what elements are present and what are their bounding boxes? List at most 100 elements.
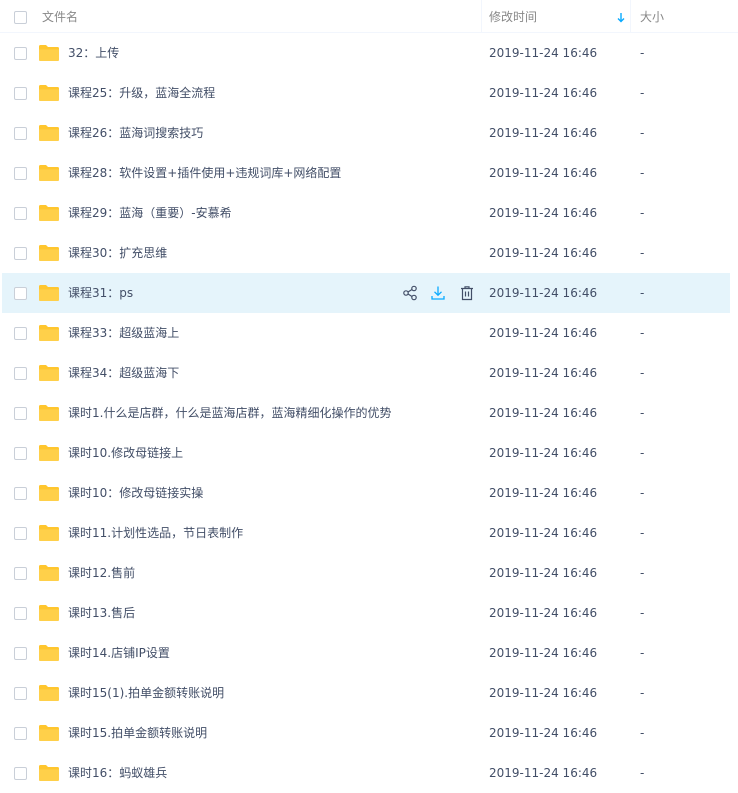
file-size: - bbox=[640, 526, 645, 540]
folder-icon bbox=[39, 765, 59, 781]
file-size: - bbox=[640, 726, 645, 740]
table-row[interactable]: 课时15(1).拍单金额转账说明 2019-11-24 16:46 - bbox=[0, 673, 738, 713]
file-name[interactable]: 课时16：蚂蚁雄兵 bbox=[68, 753, 167, 793]
modified-time: 2019-11-24 16:46 bbox=[489, 406, 598, 420]
table-row[interactable]: 课时16：蚂蚁雄兵 2019-11-24 16:46 - bbox=[0, 753, 738, 793]
file-name[interactable]: 课时15.拍单金额转账说明 bbox=[68, 713, 207, 753]
file-size: - bbox=[640, 566, 645, 580]
column-header-name[interactable]: 文件名 bbox=[42, 0, 78, 32]
row-checkbox[interactable] bbox=[14, 127, 27, 140]
folder-icon bbox=[39, 445, 59, 461]
table-row[interactable]: 课时13.售后 2019-11-24 16:46 - bbox=[0, 593, 738, 633]
table-row[interactable]: 课程30：扩充思维 2019-11-24 16:46 - bbox=[0, 233, 738, 273]
delete-icon[interactable] bbox=[459, 285, 475, 301]
file-name[interactable]: 课程34：超级蓝海下 bbox=[68, 353, 179, 393]
file-name[interactable]: 课时13.售后 bbox=[68, 593, 135, 633]
sort-down-icon bbox=[617, 13, 625, 23]
file-name[interactable]: 课时12.售前 bbox=[68, 553, 135, 593]
file-name[interactable]: 课程31：ps bbox=[68, 273, 133, 313]
modified-time: 2019-11-24 16:46 bbox=[489, 246, 598, 260]
folder-icon bbox=[39, 685, 59, 701]
folder-icon bbox=[39, 85, 59, 101]
table-row[interactable]: 课程33：超级蓝海上 2019-11-24 16:46 - bbox=[0, 313, 738, 353]
file-size: - bbox=[640, 286, 645, 300]
folder-icon bbox=[39, 45, 59, 61]
row-checkbox[interactable] bbox=[14, 167, 27, 180]
table-row[interactable]: 课程26：蓝海词搜索技巧 2019-11-24 16:46 - bbox=[0, 113, 738, 153]
row-checkbox[interactable] bbox=[14, 607, 27, 620]
file-rows: 32：上传 2019-11-24 16:46 - 课程25：升级，蓝海全流程 2… bbox=[0, 33, 738, 793]
file-name[interactable]: 课程30：扩充思维 bbox=[68, 233, 167, 273]
share-icon[interactable] bbox=[402, 285, 418, 301]
file-name[interactable]: 课程33：超级蓝海上 bbox=[68, 313, 179, 353]
folder-icon bbox=[39, 645, 59, 661]
file-size: - bbox=[640, 46, 645, 60]
row-checkbox[interactable] bbox=[14, 407, 27, 420]
table-row[interactable]: 课时12.售前 2019-11-24 16:46 - bbox=[0, 553, 738, 593]
file-name[interactable]: 课时11.计划性选品，节日表制作 bbox=[68, 513, 243, 553]
file-name[interactable]: 课程29：蓝海（重要）-安慕希 bbox=[68, 193, 232, 233]
table-row[interactable]: 课时10.修改母链接上 2019-11-24 16:46 - bbox=[0, 433, 738, 473]
select-all-checkbox[interactable] bbox=[14, 11, 27, 24]
folder-icon bbox=[39, 605, 59, 621]
row-checkbox[interactable] bbox=[14, 687, 27, 700]
folder-icon bbox=[39, 325, 59, 341]
table-row[interactable]: 课时11.计划性选品，节日表制作 2019-11-24 16:46 - bbox=[0, 513, 738, 553]
modified-time: 2019-11-24 16:46 bbox=[489, 286, 598, 300]
file-name[interactable]: 课时15(1).拍单金额转账说明 bbox=[68, 673, 224, 713]
file-name[interactable]: 课时10：修改母链接实操 bbox=[68, 473, 203, 513]
table-row[interactable]: 课程25：升级，蓝海全流程 2019-11-24 16:46 - bbox=[0, 73, 738, 113]
modified-time: 2019-11-24 16:46 bbox=[489, 86, 598, 100]
column-header-time[interactable]: 修改时间 bbox=[481, 0, 629, 32]
file-size: - bbox=[640, 206, 645, 220]
file-size: - bbox=[640, 246, 645, 260]
file-size: - bbox=[640, 486, 645, 500]
folder-icon bbox=[39, 125, 59, 141]
column-header-size[interactable]: 大小 bbox=[630, 0, 730, 32]
file-name[interactable]: 课时1.什么是店群，什么是蓝海店群，蓝海精细化操作的优势 bbox=[68, 393, 391, 433]
table-row[interactable]: 课时1.什么是店群，什么是蓝海店群，蓝海精细化操作的优势 2019-11-24 … bbox=[0, 393, 738, 433]
row-checkbox[interactable] bbox=[14, 367, 27, 380]
file-name[interactable]: 32：上传 bbox=[68, 33, 119, 73]
table-row[interactable]: 课时10：修改母链接实操 2019-11-24 16:46 - bbox=[0, 473, 738, 513]
file-name[interactable]: 课程26：蓝海词搜索技巧 bbox=[68, 113, 203, 153]
row-checkbox[interactable] bbox=[14, 487, 27, 500]
file-name[interactable]: 课时14.店铺IP设置 bbox=[68, 633, 170, 673]
file-name[interactable]: 课时10.修改母链接上 bbox=[68, 433, 183, 473]
table-row[interactable]: 课时14.店铺IP设置 2019-11-24 16:46 - bbox=[0, 633, 738, 673]
folder-icon bbox=[39, 205, 59, 221]
row-checkbox[interactable] bbox=[14, 567, 27, 580]
table-row[interactable]: 课时15.拍单金额转账说明 2019-11-24 16:46 - bbox=[0, 713, 738, 753]
download-icon[interactable] bbox=[430, 285, 446, 301]
file-size: - bbox=[640, 766, 645, 780]
folder-icon bbox=[39, 365, 59, 381]
row-checkbox[interactable] bbox=[14, 87, 27, 100]
file-name[interactable]: 课程28：软件设置+插件使用+违规词库+网络配置 bbox=[68, 153, 341, 193]
table-row[interactable]: 课程28：软件设置+插件使用+违规词库+网络配置 2019-11-24 16:4… bbox=[0, 153, 738, 193]
row-checkbox[interactable] bbox=[14, 287, 27, 300]
row-checkbox[interactable] bbox=[14, 447, 27, 460]
folder-icon bbox=[39, 725, 59, 741]
row-checkbox[interactable] bbox=[14, 527, 27, 540]
file-size: - bbox=[640, 126, 645, 140]
modified-time: 2019-11-24 16:46 bbox=[489, 166, 598, 180]
row-checkbox[interactable] bbox=[14, 47, 27, 60]
modified-time: 2019-11-24 16:46 bbox=[489, 206, 598, 220]
table-row[interactable]: 32：上传 2019-11-24 16:46 - bbox=[0, 33, 738, 73]
modified-time: 2019-11-24 16:46 bbox=[489, 326, 598, 340]
modified-time: 2019-11-24 16:46 bbox=[489, 566, 598, 580]
row-checkbox[interactable] bbox=[14, 647, 27, 660]
file-size: - bbox=[640, 446, 645, 460]
folder-icon bbox=[39, 285, 59, 301]
row-checkbox[interactable] bbox=[14, 207, 27, 220]
file-name[interactable]: 课程25：升级，蓝海全流程 bbox=[68, 73, 215, 113]
table-row[interactable]: 课程29：蓝海（重要）-安慕希 2019-11-24 16:46 - bbox=[0, 193, 738, 233]
modified-time: 2019-11-24 16:46 bbox=[489, 526, 598, 540]
row-checkbox[interactable] bbox=[14, 327, 27, 340]
modified-time: 2019-11-24 16:46 bbox=[489, 126, 598, 140]
table-row-hovered[interactable]: 课程31：ps 2019-11-24 16:46 - bbox=[2, 273, 730, 313]
table-row[interactable]: 课程34：超级蓝海下 2019-11-24 16:46 - bbox=[0, 353, 738, 393]
row-checkbox[interactable] bbox=[14, 767, 27, 780]
row-checkbox[interactable] bbox=[14, 727, 27, 740]
row-checkbox[interactable] bbox=[14, 247, 27, 260]
